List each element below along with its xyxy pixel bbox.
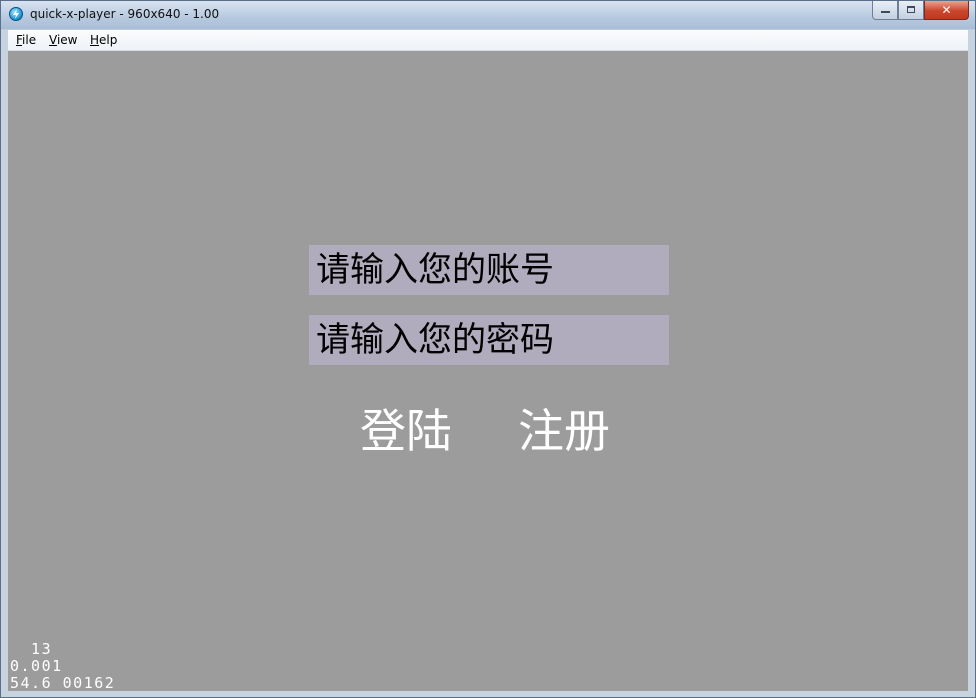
stats-frame-time: 0.001 [10,657,63,675]
minimize-button[interactable] [872,1,898,20]
window-controls: ✕ [872,1,969,21]
minimize-icon [881,11,890,13]
app-window: quick-x-player - 960x640 - 1.00 ✕ File V… [0,0,976,698]
password-input[interactable]: 请输入您的密码 [309,315,669,365]
window-title: quick-x-player - 960x640 - 1.00 [30,7,220,21]
menu-help[interactable]: Help [90,33,117,47]
register-button[interactable]: 注册 [518,403,610,459]
account-placeholder: 请输入您的账号 [316,250,554,290]
account-input[interactable]: 请输入您的账号 [309,245,669,295]
stats-fps: 54.6 00162 [10,674,116,692]
menu-bar: File View Help [8,30,968,51]
maximize-button[interactable] [898,1,924,20]
close-button[interactable]: ✕ [924,1,969,20]
stats-draw-calls: 13 [10,640,53,658]
close-icon: ✕ [941,3,952,17]
password-placeholder: 请输入您的密码 [316,320,554,360]
menu-view[interactable]: View [49,33,77,47]
login-button[interactable]: 登陆 [360,403,452,459]
title-bar[interactable]: quick-x-player - 960x640 - 1.00 ✕ [1,1,975,29]
maximize-icon [907,6,915,13]
game-canvas[interactable]: 请输入您的账号 请输入您的密码 登陆 注册 13 0.001 54.6 0016… [8,51,968,691]
quick-x-player-logo-icon [9,7,23,21]
menu-file[interactable]: File [16,33,36,47]
